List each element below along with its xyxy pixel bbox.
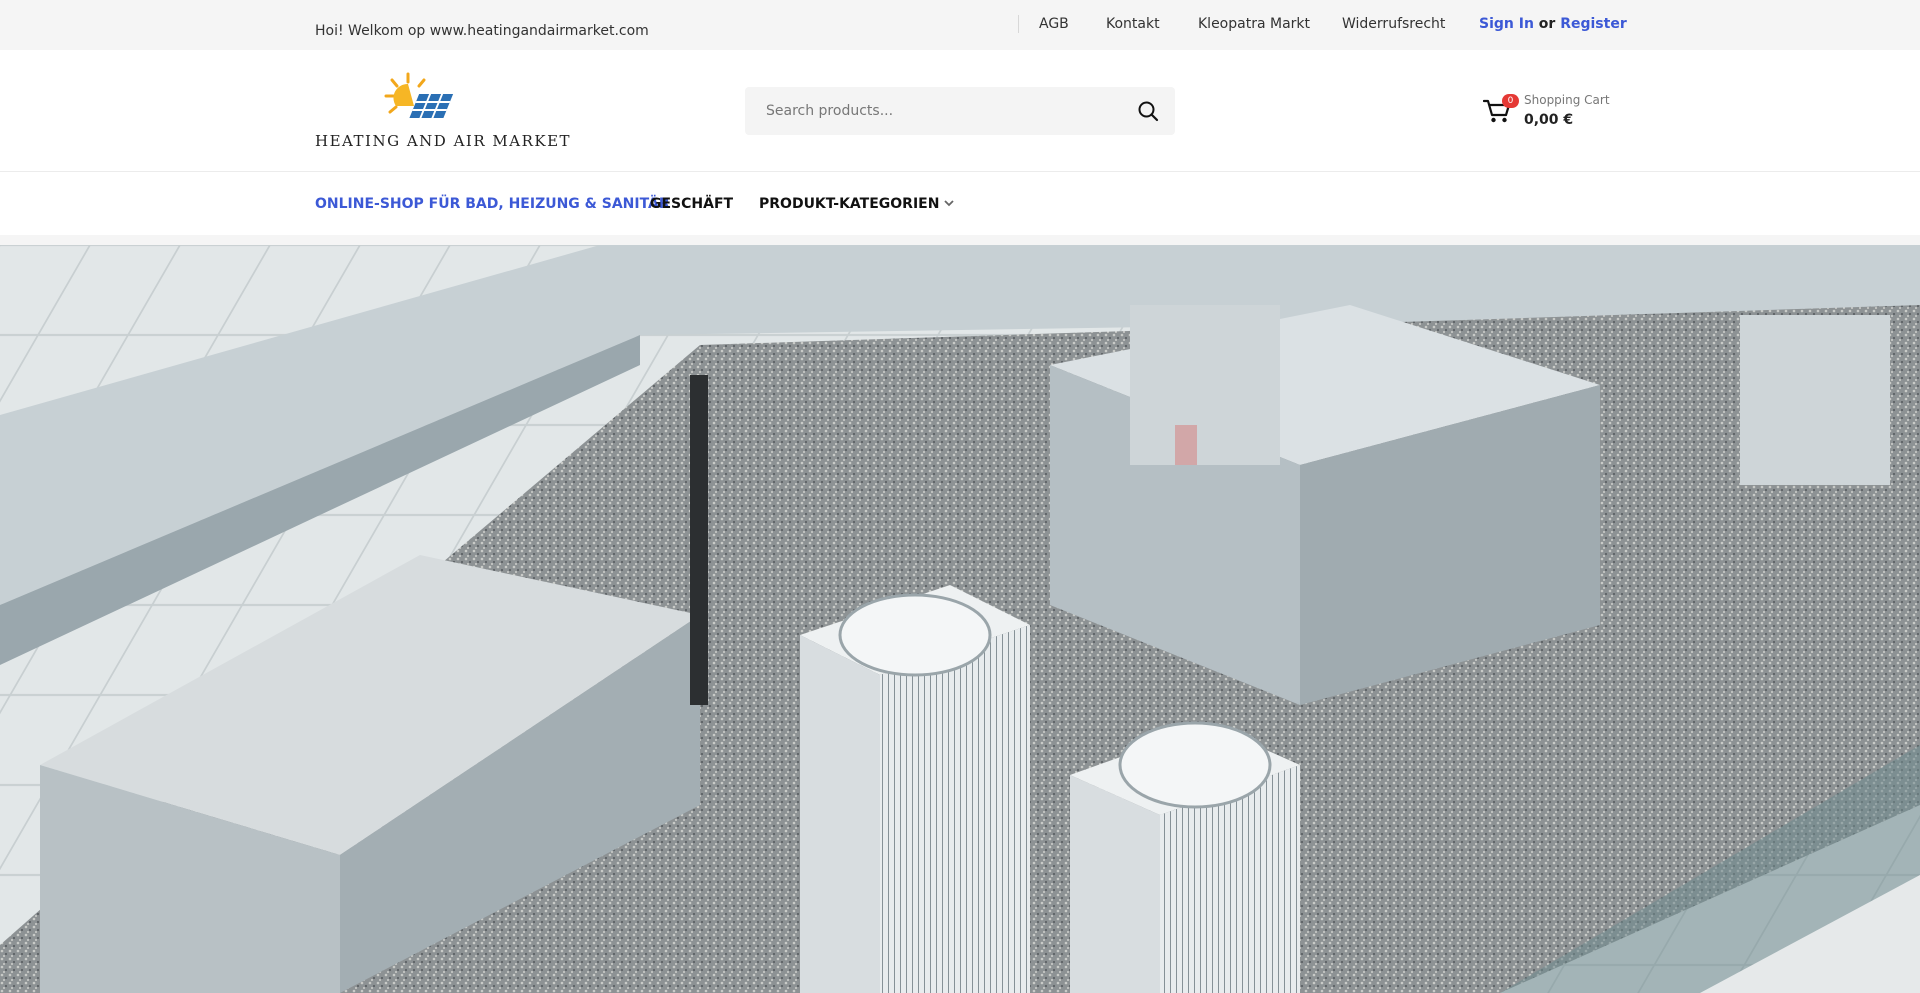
top-link-kontakt[interactable]: Kontakt — [1106, 16, 1160, 32]
hero-rooftop-hvac-illustration — [0, 245, 1920, 993]
auth-links: Sign In or Register — [1479, 16, 1627, 32]
header: HEATING AND AIR MARKET 0 Shopping Cart 0… — [0, 50, 1920, 172]
nav-item-produkt-kategorien[interactable]: PRODUKT-KATEGORIEN — [759, 196, 955, 212]
welcome-message: Hoi! Welkom op www.heatingandairmarket.c… — [315, 23, 649, 39]
nav-item-online-shop[interactable]: ONLINE-SHOP FÜR BAD, HEIZUNG & SANITÄR — [315, 196, 670, 212]
main-nav: ONLINE-SHOP FÜR BAD, HEIZUNG & SANITÄR G… — [0, 172, 1920, 235]
cart-total: 0,00 € — [1524, 112, 1574, 128]
cart-count-badge: 0 — [1502, 94, 1519, 108]
top-bar: Hoi! Welkom op www.heatingandairmarket.c… — [0, 0, 1920, 50]
nav-item-geschaeft[interactable]: GESCHÄFT — [650, 196, 733, 212]
auth-or-text: or — [1538, 16, 1556, 32]
shopping-cart[interactable]: 0 Shopping Cart 0,00 € — [1483, 92, 1613, 132]
search-input[interactable] — [745, 87, 1115, 135]
cart-label: Shopping Cart — [1524, 93, 1610, 107]
top-link-kleopatra-markt[interactable]: Kleopatra Markt — [1198, 16, 1310, 32]
chevron-down-icon — [944, 200, 955, 207]
search-bar — [745, 87, 1175, 135]
nav-item-produkt-kategorien-label: PRODUKT-KATEGORIEN — [759, 196, 940, 212]
top-divider — [1018, 15, 1019, 33]
search-icon[interactable] — [1137, 100, 1159, 122]
top-link-widerrufsrecht[interactable]: Widerrufsrecht — [1342, 16, 1445, 32]
hero-banner-image — [0, 245, 1920, 993]
logo-text: HEATING AND AIR MARKET — [315, 132, 572, 150]
site-logo[interactable]: HEATING AND AIR MARKET — [315, 72, 572, 152]
sun-panel-logo-icon — [384, 72, 454, 118]
nav-separator — [0, 235, 1920, 245]
register-link[interactable]: Register — [1560, 16, 1627, 32]
sign-in-link[interactable]: Sign In — [1479, 16, 1534, 32]
top-link-agb[interactable]: AGB — [1039, 16, 1069, 32]
